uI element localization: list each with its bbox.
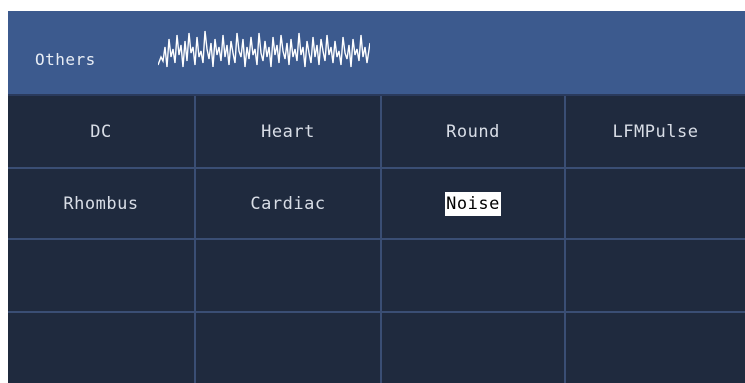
cell-label: Noise bbox=[445, 191, 501, 216]
cell-label: Cardiac bbox=[250, 193, 326, 214]
waveform-cell-noise[interactable]: Noise bbox=[382, 169, 566, 240]
waveform-panel: Others DC Heart Round LFMPulse Rhombus C… bbox=[8, 11, 745, 383]
waveform-cell-lfmpulse[interactable]: LFMPulse bbox=[566, 96, 745, 169]
waveform-cell-empty[interactable] bbox=[8, 240, 196, 313]
waveform-cell-dc[interactable]: DC bbox=[8, 96, 196, 169]
waveform-grid: DC Heart Round LFMPulse Rhombus Cardiac … bbox=[8, 96, 745, 383]
waveform-cell-rhombus[interactable]: Rhombus bbox=[8, 169, 196, 240]
panel-header: Others bbox=[8, 11, 745, 96]
waveform-cell-empty[interactable] bbox=[196, 313, 382, 383]
waveform-cell-empty[interactable] bbox=[196, 240, 382, 313]
waveform-cell-cardiac[interactable]: Cardiac bbox=[196, 169, 382, 240]
waveform-cell-empty[interactable] bbox=[382, 313, 566, 383]
cell-label: DC bbox=[90, 121, 112, 142]
waveform-cell-round[interactable]: Round bbox=[382, 96, 566, 169]
waveform-cell-empty[interactable] bbox=[382, 240, 566, 313]
waveform-cell-empty[interactable] bbox=[8, 313, 196, 383]
waveform-cell-empty[interactable] bbox=[566, 169, 745, 240]
cell-label: Heart bbox=[261, 121, 315, 142]
noise-waveform-icon bbox=[158, 30, 370, 68]
cell-label: LFMPulse bbox=[612, 121, 699, 142]
waveform-cell-empty[interactable] bbox=[566, 313, 745, 383]
waveform-cell-heart[interactable]: Heart bbox=[196, 96, 382, 169]
panel-title: Others bbox=[35, 50, 96, 69]
waveform-cell-empty[interactable] bbox=[566, 240, 745, 313]
cell-label: Round bbox=[446, 121, 500, 142]
cell-label: Rhombus bbox=[63, 193, 139, 214]
